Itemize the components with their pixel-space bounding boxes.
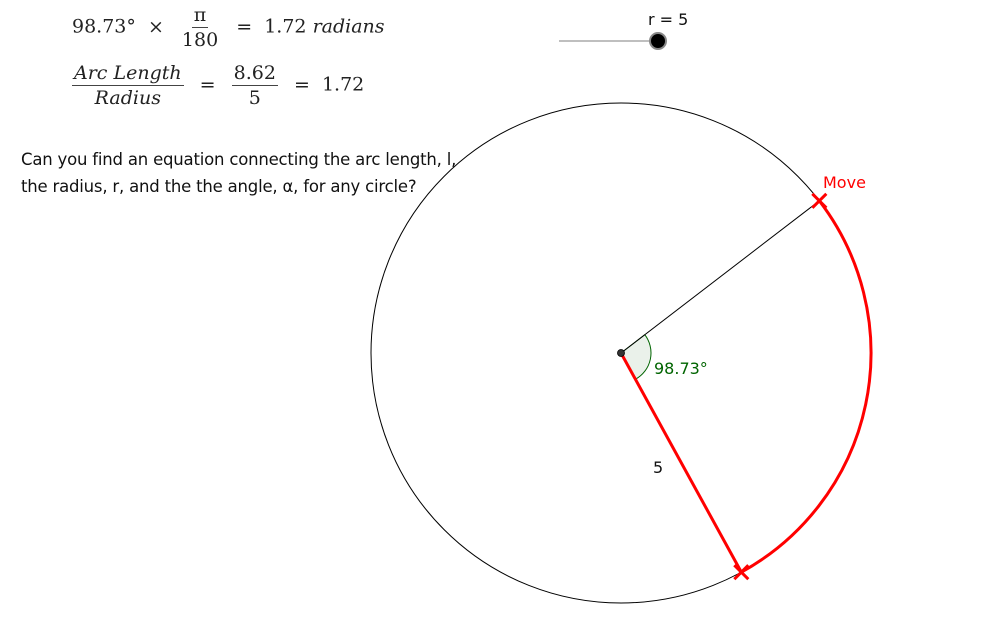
move-point-cross-icon[interactable]	[811, 192, 828, 209]
center-point	[617, 349, 625, 357]
geometry-canvas: 98.73° 5 Move	[370, 32, 873, 604]
radius-slider-handle[interactable]	[649, 32, 667, 50]
angle-label: 98.73°	[654, 359, 708, 378]
move-label: Move	[823, 173, 866, 192]
arc-length-arc	[740, 199, 873, 574]
arc-end-point-cross-icon	[733, 564, 750, 581]
radius-line-red	[619, 352, 743, 573]
radius-line-top	[620, 200, 820, 354]
radius-value-label: 5	[653, 458, 663, 477]
